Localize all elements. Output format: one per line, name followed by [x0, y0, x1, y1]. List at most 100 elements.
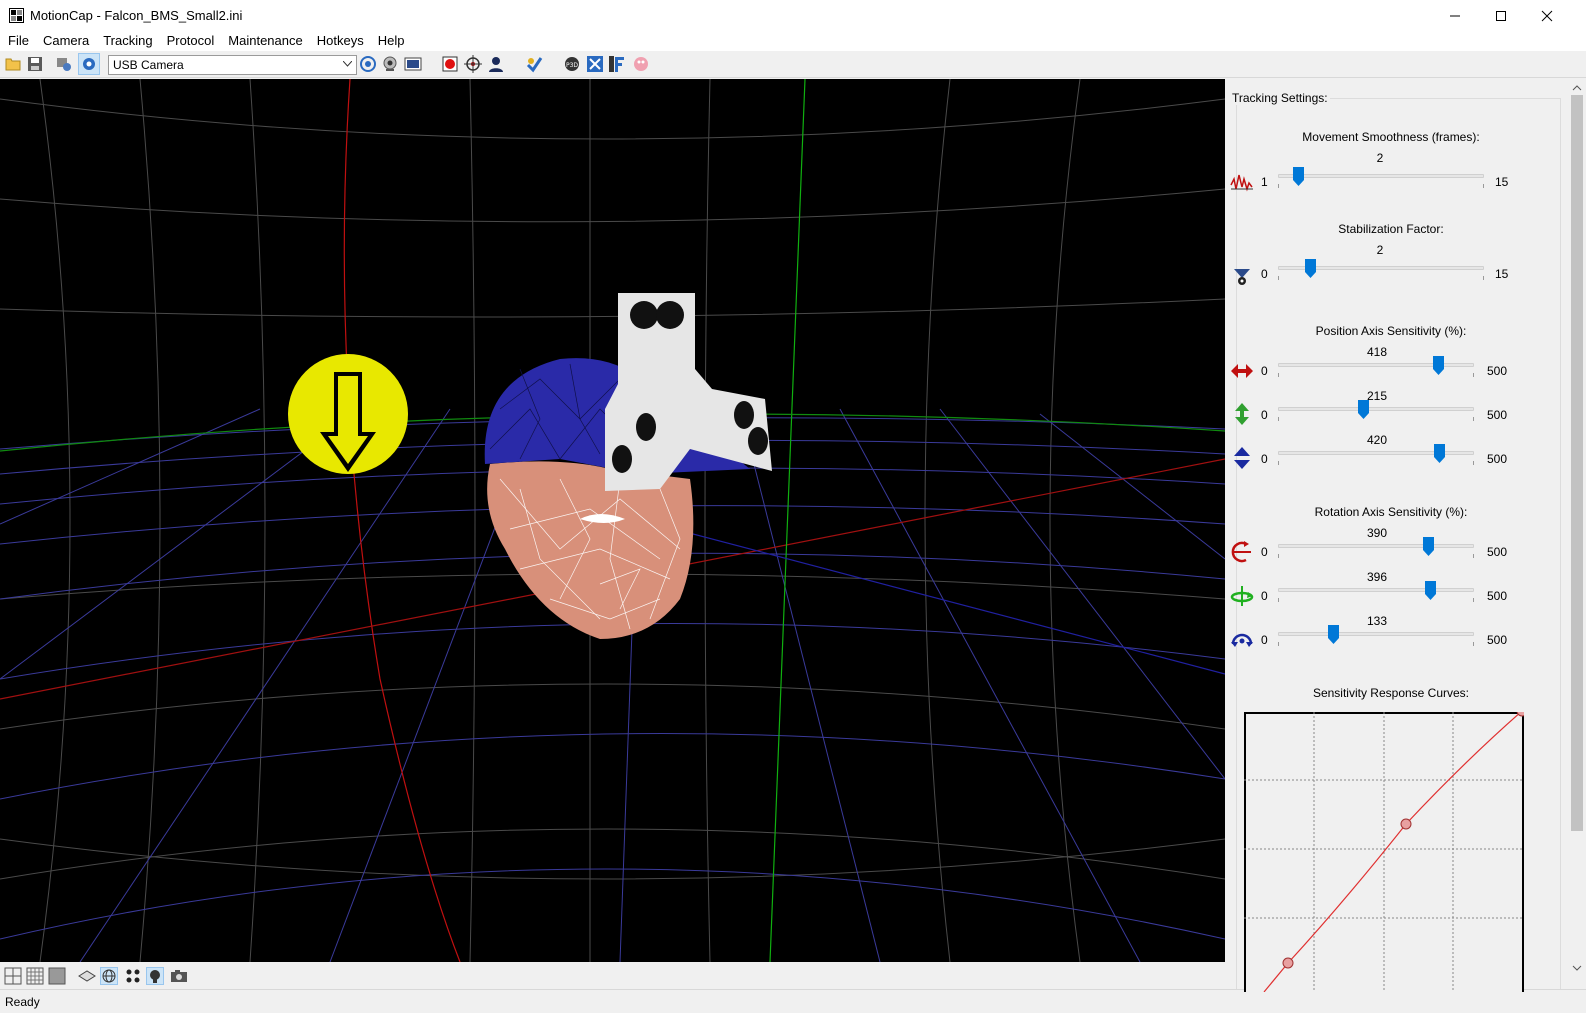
rotation-pitch-slider[interactable] — [1278, 544, 1474, 548]
rotation-roll-max: 500 — [1487, 633, 1508, 647]
stabilization-icon — [1234, 269, 1250, 285]
stabilization-min: 0 — [1261, 267, 1268, 281]
head-icon — [150, 970, 160, 983]
3d-scene — [0, 79, 1225, 962]
p3d-plugin-icon[interactable]: P3D — [563, 55, 581, 73]
grid-fine-icon[interactable] — [26, 967, 44, 985]
stabilization-value: 2 — [1376, 243, 1384, 257]
position-y-slider[interactable] — [1278, 407, 1474, 411]
curves-title: Sensitivity Response Curves: — [1312, 686, 1470, 700]
menu-maintenance[interactable]: Maintenance — [220, 31, 308, 51]
position-z-max: 500 — [1487, 452, 1508, 466]
options-button[interactable] — [78, 53, 100, 75]
status-bar: Ready — [0, 989, 1586, 1013]
smoothness-icon — [1230, 174, 1253, 192]
response-curve-editor[interactable] — [1244, 712, 1524, 992]
app-icon — [9, 8, 24, 23]
menu-hotkeys[interactable]: Hotkeys — [309, 31, 370, 51]
maximize-button[interactable] — [1478, 0, 1524, 31]
roll-rotation-icon — [1231, 633, 1253, 647]
menu-protocol[interactable]: Protocol — [159, 31, 221, 51]
grid-2x2-icon[interactable] — [4, 967, 22, 985]
head-profile-icon[interactable] — [487, 55, 505, 73]
scrollbar-thumb[interactable] — [1571, 95, 1583, 831]
save-icon[interactable] — [26, 55, 44, 73]
grid-solid-icon[interactable] — [48, 967, 66, 985]
group-title: Tracking Settings: — [1230, 91, 1330, 105]
falcon-plugin-icon[interactable] — [608, 55, 626, 73]
close-button[interactable] — [1524, 0, 1570, 31]
pitch-rotation-icon — [1231, 541, 1251, 563]
curve-point[interactable] — [1282, 957, 1294, 969]
position-z-min: 0 — [1261, 452, 1268, 466]
video-window-icon[interactable] — [404, 55, 422, 73]
rotation-roll-value: 133 — [1366, 614, 1388, 628]
3d-viewport[interactable] — [0, 79, 1225, 962]
position-x-value: 418 — [1366, 345, 1388, 359]
menu-file[interactable]: File — [0, 31, 35, 51]
stabilization-max: 15 — [1495, 267, 1509, 281]
scroll-up-icon[interactable] — [1568, 81, 1586, 95]
window-title: MotionCap - Falcon_BMS_Small2.ini — [30, 8, 243, 23]
yaw-rotation-icon — [1230, 586, 1254, 606]
z-axis-arrows-icon — [1234, 447, 1250, 469]
y-axis-line — [769, 79, 806, 962]
slider-ticks — [1278, 598, 1474, 602]
position-z-value: 420 — [1366, 433, 1388, 447]
position-title: Position Axis Sensitivity (%): — [1315, 324, 1467, 338]
rotation-yaw-slider[interactable] — [1278, 588, 1474, 592]
smoothness-value: 2 — [1376, 151, 1384, 165]
rotation-roll-slider[interactable] — [1278, 632, 1474, 636]
slider-ticks — [1278, 373, 1474, 377]
position-y-value: 215 — [1366, 389, 1388, 403]
menu-bar: File Camera Tracking Protocol Maintenanc… — [0, 31, 1586, 51]
rotation-pitch-min: 0 — [1261, 545, 1268, 559]
open-file-icon[interactable] — [4, 55, 22, 73]
camera-select[interactable]: USB Camera — [108, 55, 357, 75]
rotation-yaw-min: 0 — [1261, 589, 1268, 603]
x-axis-line — [343, 79, 461, 962]
head-view-button[interactable] — [146, 967, 164, 985]
chevron-down-icon — [343, 61, 352, 67]
minimize-icon — [1450, 15, 1460, 16]
floor-plane-icon[interactable] — [78, 967, 96, 985]
svg-text:P3D: P3D — [566, 62, 578, 69]
record-icon[interactable] — [441, 55, 459, 73]
webcam-icon[interactable] — [381, 55, 399, 73]
xplane-plugin-icon[interactable] — [586, 55, 604, 73]
slider-ticks — [1278, 554, 1474, 558]
close-icon — [1541, 10, 1553, 21]
markers-icon[interactable] — [124, 967, 142, 985]
head-model — [484, 293, 772, 639]
pink-plugin-icon[interactable] — [632, 55, 650, 73]
menu-camera[interactable]: Camera — [35, 31, 95, 51]
scroll-down-icon[interactable] — [1568, 961, 1586, 975]
menu-tracking[interactable]: Tracking — [95, 31, 158, 51]
smoothness-title: Movement Smoothness (frames): — [1302, 130, 1480, 144]
slider-ticks — [1278, 461, 1474, 465]
camera-settings-icon[interactable] — [55, 55, 73, 73]
position-y-min: 0 — [1261, 408, 1268, 422]
calibrate-icon[interactable] — [525, 55, 543, 73]
rotation-roll-min: 0 — [1261, 633, 1268, 647]
refresh-camera-icon[interactable] — [359, 55, 377, 73]
y-axis-arrows-icon — [1235, 403, 1249, 425]
minimize-button[interactable] — [1432, 0, 1478, 31]
position-z-slider[interactable] — [1278, 451, 1474, 455]
direction-target-icon — [288, 354, 408, 474]
curve-point[interactable] — [1400, 818, 1412, 830]
x-axis-arrows-icon — [1231, 364, 1253, 378]
camera-icon[interactable] — [170, 967, 188, 985]
panel-scrollbar[interactable] — [1568, 79, 1586, 989]
position-x-slider[interactable] — [1278, 363, 1474, 367]
sphere-view-button[interactable] — [100, 967, 118, 985]
maximize-icon — [1496, 10, 1506, 21]
menu-help[interactable]: Help — [370, 31, 411, 51]
target-icon[interactable] — [464, 55, 482, 73]
position-x-min: 0 — [1261, 364, 1268, 378]
position-x-max: 500 — [1487, 364, 1508, 378]
stabilization-title: Stabilization Factor: — [1338, 222, 1444, 236]
smoothness-max: 15 — [1495, 175, 1509, 189]
smoothness-slider[interactable] — [1278, 174, 1484, 178]
rotation-yaw-max: 500 — [1487, 589, 1508, 603]
